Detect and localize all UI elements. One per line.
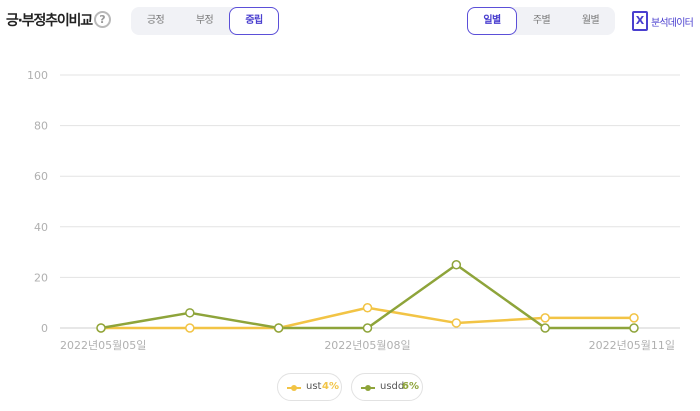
y-tick-label-0: 0	[41, 322, 48, 335]
data-point-ust-5	[540, 313, 550, 323]
download-data-label: 분석데이터	[651, 18, 694, 29]
legend-name-usdd: usdd	[380, 381, 405, 392]
tab-monthly[interactable]: 월별	[566, 7, 615, 35]
y-tick-label-40: 40	[34, 221, 48, 234]
data-point-usdd-1	[185, 308, 195, 318]
x-tick-label-1: 2022년05월08일	[324, 338, 410, 352]
y-tick-label-80: 80	[34, 120, 48, 133]
legend-pct-ust: 4%	[322, 381, 339, 392]
sentiment-tab-group: 긍정 부정 중립	[131, 7, 279, 35]
excel-icon: X	[632, 11, 648, 31]
y-tick-label-60: 60	[34, 170, 48, 183]
data-point-usdd-4	[451, 260, 462, 270]
tab-positive[interactable]: 긍정	[131, 7, 180, 35]
legend-name-ust: ust	[306, 381, 322, 392]
data-point-usdd-5	[540, 323, 550, 333]
legend-pct-usdd: 6%	[402, 381, 419, 392]
data-point-ust-3	[362, 303, 373, 313]
help-icon[interactable]: ?	[94, 11, 111, 28]
data-point-usdd-0	[96, 323, 106, 333]
trend-chart: 0 20 40 60 80 100 2022년05월05일 2022년05월08일 2022년0…	[27, 69, 680, 352]
data-point-ust-6	[629, 313, 639, 323]
tab-weekly[interactable]: 주별	[517, 7, 566, 35]
data-point-ust-1	[185, 323, 195, 333]
ust-legend-marker	[287, 385, 301, 391]
page-title: 긍·부정추이비교	[6, 13, 93, 29]
usdd-legend-marker	[361, 385, 375, 391]
x-tick-label-0: 2022년05월05일	[60, 338, 146, 352]
period-tab-group: 일별 주별 월별	[467, 7, 615, 35]
data-point-usdd-6	[629, 323, 639, 333]
y-tick-label-20: 20	[34, 271, 48, 284]
legend-item-usdd[interactable]: usdd 6%	[351, 373, 423, 401]
tab-daily[interactable]: 일별	[467, 7, 517, 35]
data-point-usdd-2	[273, 323, 284, 333]
tab-neutral[interactable]: 중립	[229, 7, 279, 35]
legend-item-ust[interactable]: ust 4%	[277, 373, 342, 401]
tab-negative[interactable]: 부정	[180, 7, 229, 35]
data-point-usdd-3	[362, 323, 373, 333]
x-tick-label-2: 2022년05월11일	[589, 338, 675, 352]
data-point-ust-4	[451, 318, 462, 328]
y-tick-label-100: 100	[27, 69, 48, 82]
